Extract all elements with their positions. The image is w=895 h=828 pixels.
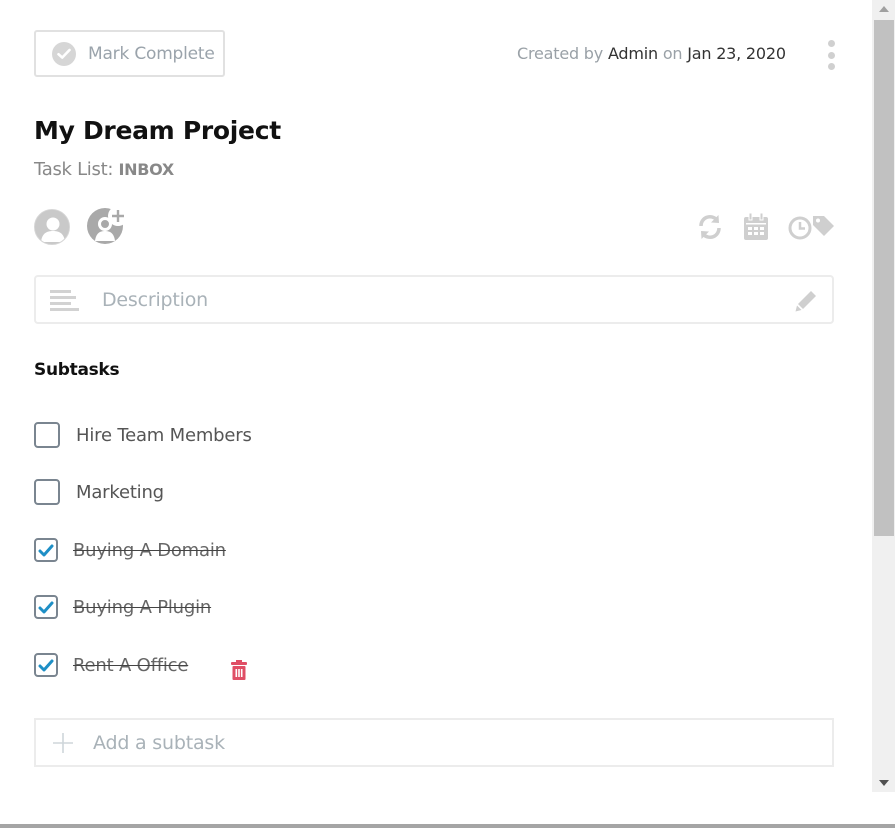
- arrow-down-icon: [878, 780, 889, 786]
- add-subtask-input[interactable]: Add a subtask: [34, 718, 834, 767]
- time-tag-button[interactable]: [787, 212, 835, 242]
- subtask-label[interactable]: Marketing: [76, 482, 164, 503]
- assignee-avatar[interactable]: [34, 209, 70, 245]
- subtask-item: Marketing: [34, 478, 164, 506]
- created-info: Created by Admin on Jan 23, 2020: [517, 44, 786, 63]
- text-lines-icon: [50, 289, 79, 311]
- user-avatar-icon: [35, 210, 69, 244]
- subtask-checkbox[interactable]: [34, 479, 60, 505]
- check-circle-icon: [52, 41, 76, 66]
- add-user-icon: [87, 206, 128, 244]
- mark-complete-button[interactable]: Mark Complete: [34, 30, 225, 77]
- scroll-thumb[interactable]: [874, 20, 894, 536]
- checkmark-icon: [38, 544, 54, 556]
- bottom-border: [0, 824, 895, 828]
- mark-complete-label: Mark Complete: [88, 43, 215, 64]
- subtask-label[interactable]: Buying A Plugin: [73, 597, 211, 618]
- subtask-checkbox[interactable]: [34, 422, 60, 448]
- arrow-up-icon: [878, 6, 889, 12]
- repeat-button[interactable]: [696, 212, 724, 242]
- description-field[interactable]: Description: [34, 275, 834, 324]
- created-on-word: on: [662, 44, 683, 63]
- subtask-checkbox-checked[interactable]: [34, 595, 58, 619]
- repeat-icon: [699, 214, 721, 240]
- description-placeholder: Description: [102, 288, 209, 311]
- vertical-scrollbar[interactable]: [872, 0, 895, 792]
- due-date-button[interactable]: [742, 212, 770, 242]
- subtask-label[interactable]: Rent A Office: [73, 655, 188, 676]
- task-list-info: Task List: INBOX: [34, 159, 174, 180]
- subtask-checkbox-checked[interactable]: [34, 653, 58, 677]
- created-by-user: Admin: [607, 44, 658, 63]
- subtask-item: Rent A Office: [34, 651, 188, 679]
- plus-icon: [53, 732, 73, 753]
- clock-tag-icon: [787, 215, 834, 241]
- task-list-value[interactable]: INBOX: [119, 160, 175, 179]
- created-date: Jan 23, 2020: [687, 44, 786, 63]
- created-prefix: Created by: [517, 44, 604, 63]
- scroll-down-button[interactable]: [872, 774, 895, 792]
- task-detail-panel: Mark Complete Created by Admin on Jan 23…: [0, 0, 872, 792]
- more-dot: [827, 63, 835, 70]
- subtask-label[interactable]: Buying A Domain: [73, 540, 226, 561]
- more-options-icon[interactable]: [824, 40, 838, 70]
- subtask-item: Buying A Domain: [34, 536, 226, 564]
- delete-subtask-icon[interactable]: [229, 659, 249, 681]
- checkmark-icon: [38, 601, 54, 613]
- subtask-checkbox-checked[interactable]: [34, 538, 58, 562]
- edit-pencil-icon[interactable]: [794, 289, 818, 313]
- subtask-item: Hire Team Members: [34, 421, 252, 449]
- more-dot: [827, 51, 835, 59]
- subtask-label[interactable]: Hire Team Members: [76, 425, 252, 446]
- calendar-icon: [744, 212, 768, 240]
- task-title[interactable]: My Dream Project: [34, 116, 281, 145]
- subtasks-heading: Subtasks: [34, 360, 120, 380]
- scroll-up-button[interactable]: [872, 0, 895, 18]
- subtask-item: Buying A Plugin: [34, 593, 211, 621]
- task-list-label: Task List:: [34, 159, 114, 180]
- more-dot: [827, 40, 835, 47]
- add-subtask-placeholder: Add a subtask: [93, 731, 225, 754]
- checkmark-icon: [38, 659, 54, 671]
- add-assignee-button[interactable]: [86, 206, 128, 245]
